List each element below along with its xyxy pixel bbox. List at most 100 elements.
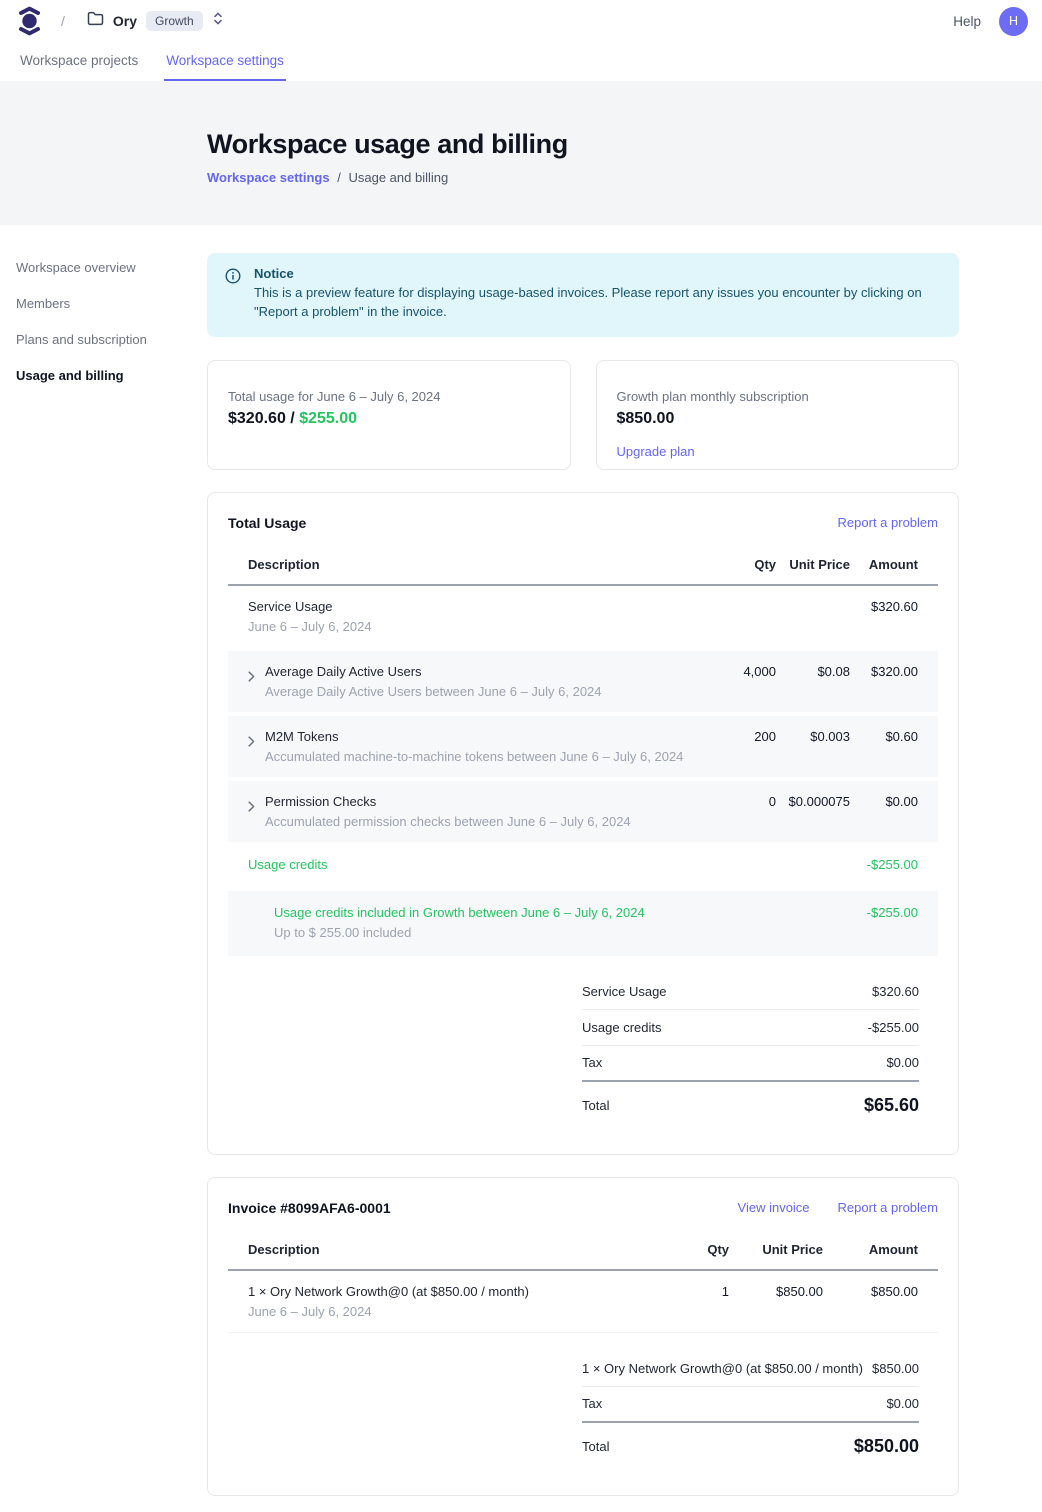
table-row-permission-checks[interactable]: Permission Checks Accumulated permission… [228,781,938,842]
invoice-panel: Invoice #8099AFA6-0001 View invoice Repo… [207,1177,959,1496]
table-row-average-daily-active-users[interactable]: Average Daily Active Users Average Daily… [228,651,938,712]
notice-body: This is a preview feature for displaying… [254,284,941,322]
row-qty: 200 [706,729,776,744]
total-usage-panel: Total Usage Report a problem Description… [207,492,959,1155]
plan-badge: Growth [146,11,203,31]
summary-row-service-usage: Service Usage $320.60 [582,974,919,1010]
sidebar-item-members[interactable]: Members [16,291,207,316]
summary-label: Service Usage [582,984,667,999]
row-subtitle: Up to $ 255.00 included [248,925,706,940]
breadcrumb-current: Usage and billing [348,170,448,185]
summary-label: Total [582,1098,609,1113]
table-row-m2m-tokens[interactable]: M2M Tokens Accumulated machine-to-machin… [228,716,938,777]
row-subtitle: June 6 – July 6, 2024 [248,1304,649,1319]
summary-value: $850.00 [872,1361,919,1376]
table-row-usage-credits: Usage credits -$255.00 [228,842,938,887]
upgrade-plan-link[interactable]: Upgrade plan [617,444,695,459]
row-amount: $0.00 [850,794,918,809]
breadcrumb-workspace-settings-link[interactable]: Workspace settings [207,170,330,185]
tab-workspace-settings[interactable]: Workspace settings [164,42,286,81]
row-qty: 0 [706,794,776,809]
col-amount: Amount [823,1242,918,1257]
chevron-right-icon[interactable] [248,735,255,750]
row-title: Permission Checks [265,794,631,809]
chevron-right-icon[interactable] [248,800,255,815]
summary-value: $0.00 [886,1055,919,1070]
usage-table-header: Description Qty Unit Price Amount [228,547,938,586]
row-amount: $320.00 [850,664,918,679]
workspace-name: Ory [113,13,137,29]
breadcrumb: Workspace settings / Usage and billing [207,170,1042,185]
summary-row-total: Total $65.60 [582,1082,919,1130]
row-unit-price: $0.000075 [776,794,850,809]
col-description: Description [248,1242,649,1257]
summary-total-value: $850.00 [854,1436,919,1457]
main-content: Notice This is a preview feature for dis… [207,225,959,1512]
usage-report-problem-link[interactable]: Report a problem [838,515,938,530]
row-subtitle: June 6 – July 6, 2024 [248,619,706,634]
table-row-usage-credits-detail: Usage credits included in Growth between… [228,891,938,956]
row-unit-price: $0.08 [776,664,850,679]
summary-label: Usage credits [582,1020,661,1035]
summary-value: $0.00 [886,1396,919,1411]
usage-amount-credit: $255.00 [299,410,357,427]
usage-summary: Service Usage $320.60 Usage credits -$25… [582,974,919,1130]
row-title: Usage credits [248,857,706,872]
preview-notice: Notice This is a preview feature for dis… [207,253,959,337]
user-avatar[interactable]: H [999,7,1028,36]
row-amount: $0.60 [850,729,918,744]
col-amount: Amount [850,557,918,572]
col-qty: Qty [649,1242,729,1257]
settings-sidebar: Workspace overview Members Plans and sub… [0,225,207,1512]
col-unit-price: Unit Price [776,557,850,572]
breadcrumb-separator: / [337,170,341,185]
sidebar-item-plans-and-subscription[interactable]: Plans and subscription [16,327,207,352]
sidebar-item-usage-and-billing[interactable]: Usage and billing [16,363,207,388]
page-header: Workspace usage and billing Workspace se… [0,81,1042,225]
ory-logo-icon[interactable] [16,6,43,36]
chevron-right-icon[interactable] [248,670,255,685]
summary-row-total: Total $850.00 [582,1423,919,1471]
row-amount: -$255.00 [850,905,918,920]
invoice-title: Invoice #8099AFA6-0001 [228,1200,391,1216]
table-row-invoice-line-item: 1 × Ory Network Growth@0 (at $850.00 / m… [228,1271,938,1333]
row-amount: -$255.00 [850,857,918,872]
row-subtitle: Accumulated machine-to-machine tokens be… [265,749,683,764]
row-amount: $320.60 [850,599,918,614]
summary-row-line-item: 1 × Ory Network Growth@0 (at $850.00 / m… [582,1351,919,1387]
summary-row-tax: Tax $0.00 [582,1387,919,1423]
summary-cards: Total usage for June 6 – July 6, 2024 $3… [207,360,959,470]
folder-icon [87,11,104,31]
summary-label: 1 × Ory Network Growth@0 (at $850.00 / m… [582,1361,863,1376]
help-link[interactable]: Help [953,14,981,29]
tab-workspace-projects[interactable]: Workspace projects [18,42,140,81]
total-usage-panel-header: Total Usage Report a problem [228,513,938,547]
total-usage-card-value: $320.60 / $255.00 [228,410,550,428]
total-usage-title: Total Usage [228,515,306,531]
invoice-summary: 1 × Ory Network Growth@0 (at $850.00 / m… [582,1351,919,1471]
selector-chevrons-icon[interactable] [212,11,224,31]
invoice-table-header: Description Qty Unit Price Amount [228,1232,938,1271]
row-title: Usage credits included in Growth between… [248,905,706,920]
row-subtitle: Average Daily Active Users between June … [265,684,602,699]
row-title: 1 × Ory Network Growth@0 (at $850.00 / m… [248,1284,649,1299]
col-unit-price: Unit Price [729,1242,823,1257]
invoice-report-problem-link[interactable]: Report a problem [838,1200,938,1215]
total-usage-card: Total usage for June 6 – July 6, 2024 $3… [207,360,571,470]
row-unit-price: $0.003 [776,729,850,744]
row-subtitle: Accumulated permission checks between Ju… [265,814,631,829]
topbar: / Ory Growth Help H [0,0,1042,42]
page-title: Workspace usage and billing [207,129,1042,160]
row-title: Average Daily Active Users [265,664,602,679]
summary-label: Tax [582,1055,602,1070]
plan-card-amount: $850.00 [617,410,939,428]
sidebar-item-workspace-overview[interactable]: Workspace overview [16,255,207,280]
summary-label: Tax [582,1396,602,1411]
summary-value: $320.60 [872,984,919,999]
row-amount: $850.00 [823,1284,918,1299]
invoice-panel-header: Invoice #8099AFA6-0001 View invoice Repo… [228,1198,938,1232]
topbar-right: Help H [953,7,1028,36]
view-invoice-link[interactable]: View invoice [738,1200,810,1215]
workspace-switcher[interactable]: Ory Growth [87,11,224,31]
summary-value: -$255.00 [868,1020,919,1035]
